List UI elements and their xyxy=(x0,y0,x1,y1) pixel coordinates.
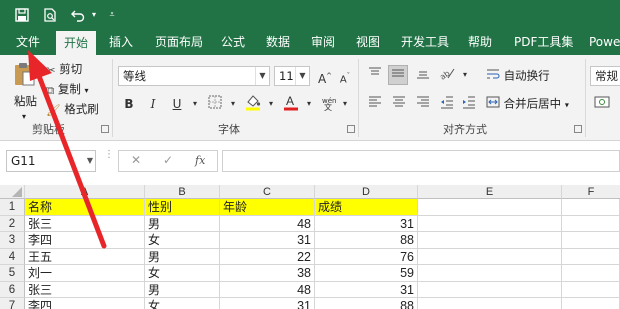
annotation-arrow xyxy=(28,50,107,249)
